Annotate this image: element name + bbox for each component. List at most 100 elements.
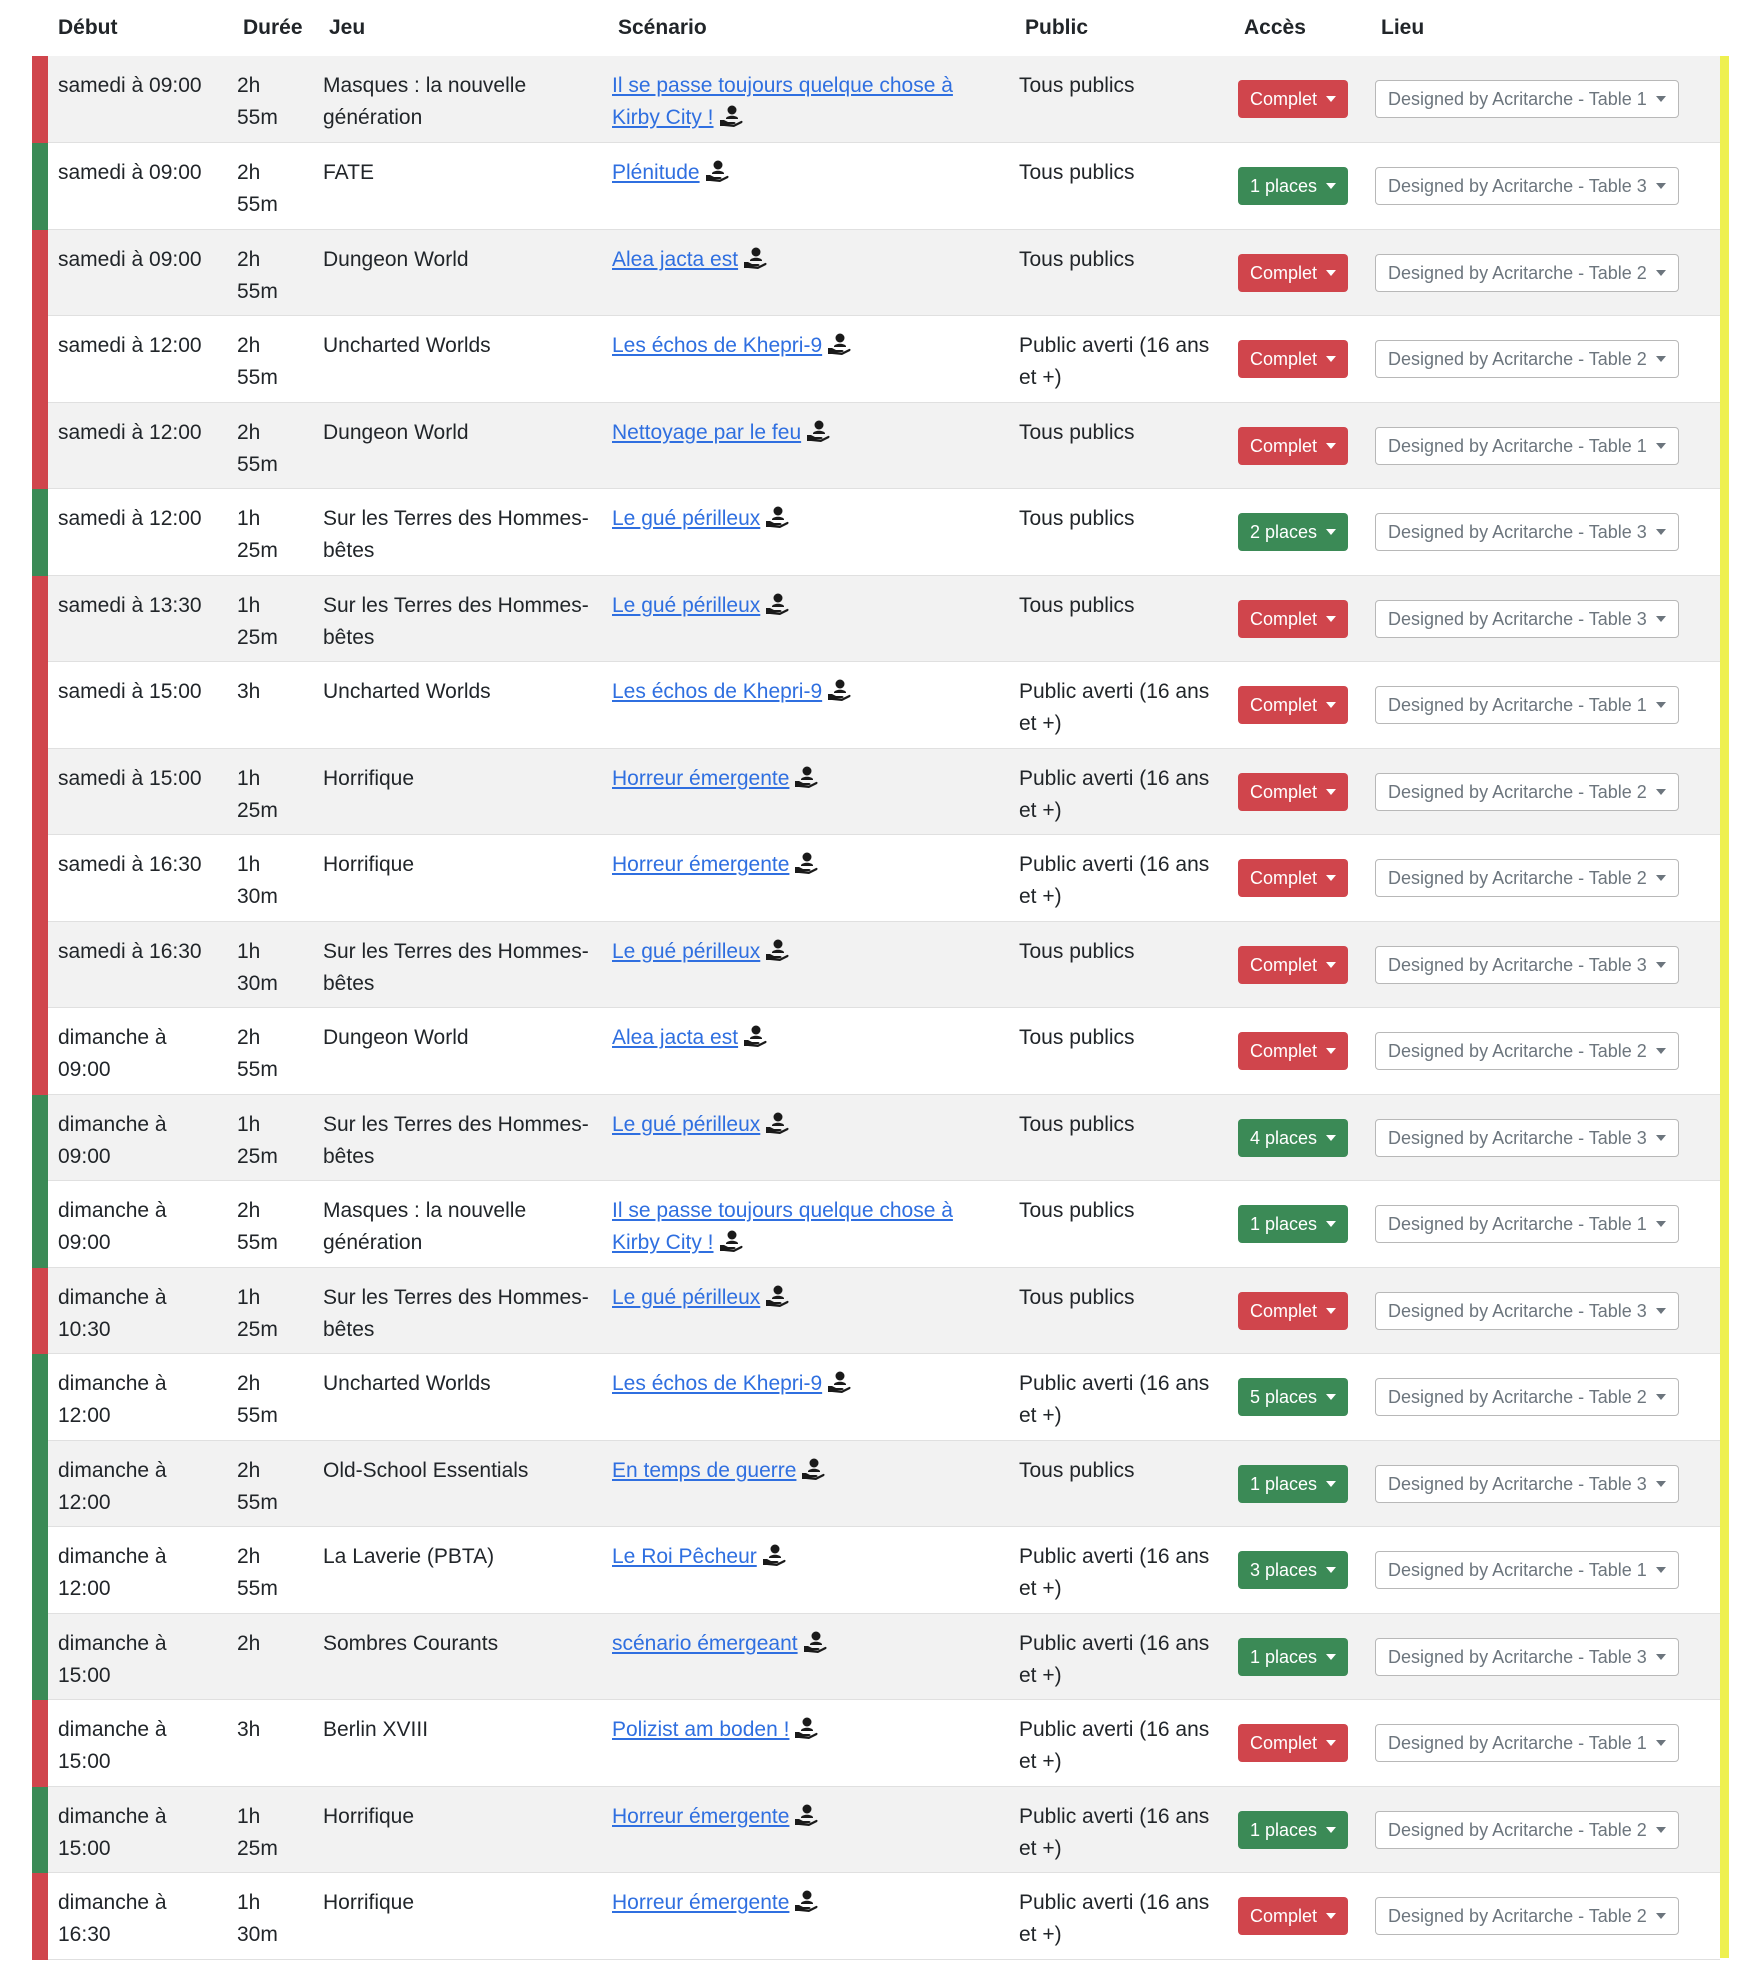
lieu-dropdown-button[interactable]: Designed by Acritarche - Table 3 [1375, 1291, 1679, 1330]
duree-text: 1h 25m [237, 766, 278, 822]
jeu-link[interactable]: Horrifique [323, 853, 414, 876]
acces-dropdown-button[interactable]: 3 places [1238, 1551, 1349, 1589]
scenario-link[interactable]: Le Roi Pêcheur [612, 1545, 757, 1568]
jeu-link[interactable]: Uncharted Worlds [323, 1372, 491, 1395]
lieu-dropdown-button[interactable]: Designed by Acritarche - Table 1 [1375, 80, 1679, 118]
acces-dropdown-button[interactable]: 1 places [1238, 1810, 1349, 1849]
header-duree[interactable]: Durée [225, 0, 311, 56]
scenario-link[interactable]: Polizist am boden ! [612, 1718, 789, 1741]
lieu-dropdown-button[interactable]: Designed by Acritarche - Table 3 [1375, 599, 1679, 638]
scenario-link[interactable]: Alea jacta est [612, 1026, 738, 1049]
lieu-dropdown-button[interactable]: Designed by Acritarche - Table 3 [1375, 1637, 1679, 1676]
debut-text: dimanche à 15:00 [58, 1718, 167, 1773]
chevron-down-icon [1326, 1480, 1337, 1487]
game-master-hand-icon [744, 1025, 767, 1047]
lieu-dropdown-button[interactable]: Designed by Acritarche - Table 2 [1375, 340, 1679, 378]
chevron-down-icon [1655, 1221, 1666, 1227]
scenario-link[interactable]: Les échos de Khepri-9 [612, 1372, 822, 1395]
scenario-link[interactable]: Il se passe toujours quelque chose à Kir… [612, 74, 953, 129]
lieu-dropdown-button[interactable]: Designed by Acritarche - Table 3 [1375, 513, 1679, 551]
cell-public: Tous publics [1007, 1440, 1226, 1527]
scenario-link[interactable]: Il se passe toujours quelque chose à Kir… [612, 1199, 953, 1254]
header-acces[interactable]: Accès [1226, 0, 1363, 56]
duree-text: 2h [237, 1631, 261, 1655]
acces-dropdown-button[interactable]: Complet [1238, 1032, 1349, 1070]
cell-lieu: Designed by Acritarche - Table 3 [1363, 1267, 1720, 1354]
jeu-link[interactable]: Horrifique [323, 1891, 414, 1914]
cell-duree: 2h 55m [225, 142, 311, 230]
cell-lieu: Designed by Acritarche - Table 1 [1363, 1180, 1720, 1268]
header-lieu[interactable]: Lieu [1363, 0, 1720, 56]
jeu-link[interactable]: Dungeon World [323, 248, 469, 271]
acces-dropdown-button[interactable]: 1 places [1238, 167, 1349, 205]
acces-dropdown-button[interactable]: 2 places [1238, 513, 1349, 551]
acces-dropdown-button[interactable]: Complet [1238, 1291, 1349, 1330]
acces-dropdown-button[interactable]: Complet [1238, 1897, 1349, 1935]
header-jeu[interactable]: Jeu [311, 0, 600, 56]
scenario-link[interactable]: Le gué périlleux [612, 507, 760, 530]
acces-dropdown-button[interactable]: Complet [1238, 253, 1349, 292]
acces-dropdown-button[interactable]: Complet [1238, 340, 1349, 378]
acces-dropdown-button[interactable]: Complet [1238, 772, 1349, 811]
scenario-link[interactable]: Plénitude [612, 161, 700, 184]
cell-lieu: Designed by Acritarche - Table 1 [1363, 1526, 1720, 1614]
scenario-link[interactable]: Le gué périlleux [612, 1286, 760, 1309]
acces-dropdown-button[interactable]: Complet [1238, 426, 1349, 465]
scenario-link[interactable]: Horreur émergente [612, 853, 789, 876]
acces-dropdown-button[interactable]: Complet [1238, 686, 1349, 724]
jeu-link[interactable]: Uncharted Worlds [323, 680, 491, 703]
lieu-dropdown-button[interactable]: Designed by Acritarche - Table 2 [1375, 1032, 1679, 1070]
header-debut[interactable]: Début [40, 0, 225, 56]
game-master-hand-icon [744, 247, 767, 269]
lieu-dropdown-button[interactable]: Designed by Acritarche - Table 3 [1375, 945, 1679, 984]
scenario-link[interactable]: En temps de guerre [612, 1459, 796, 1482]
scenario-link[interactable]: Nettoyage par le feu [612, 421, 801, 444]
lieu-dropdown-button[interactable]: Designed by Acritarche - Table 1 [1375, 686, 1679, 724]
jeu-link[interactable]: Dungeon World [323, 1026, 469, 1049]
lieu-dropdown-button[interactable]: Designed by Acritarche - Table 1 [1375, 426, 1679, 465]
jeu-link[interactable]: Dungeon World [323, 421, 469, 444]
lieu-dropdown-button[interactable]: Designed by Acritarche - Table 2 [1375, 1378, 1679, 1416]
jeu-link[interactable]: Horrifique [323, 1805, 414, 1828]
acces-dropdown-button[interactable]: 1 places [1238, 1637, 1349, 1676]
lieu-dropdown-button[interactable]: Designed by Acritarche - Table 3 [1375, 167, 1679, 205]
lieu-dropdown-button[interactable]: Designed by Acritarche - Table 1 [1375, 1205, 1679, 1243]
scenario-link[interactable]: Les échos de Khepri-9 [612, 680, 822, 703]
scenario-link[interactable]: Alea jacta est [612, 248, 738, 271]
lieu-dropdown-button[interactable]: Designed by Acritarche - Table 3 [1375, 1464, 1679, 1503]
lieu-dropdown-button[interactable]: Designed by Acritarche - Table 2 [1375, 772, 1679, 811]
header-public[interactable]: Public [1007, 0, 1226, 56]
header-scenario[interactable]: Scénario [600, 0, 1007, 56]
lieu-dropdown-button[interactable]: Designed by Acritarche - Table 2 [1375, 1810, 1679, 1849]
jeu-link[interactable]: Horrifique [323, 767, 414, 790]
jeu-link[interactable]: FATE [323, 161, 374, 184]
scenario-link[interactable]: Le gué périlleux [612, 1113, 760, 1136]
chevron-down-icon [1655, 1653, 1666, 1660]
acces-dropdown-button[interactable]: 1 places [1238, 1464, 1349, 1503]
lieu-dropdown-button[interactable]: Designed by Acritarche - Table 2 [1375, 859, 1679, 897]
scenario-link[interactable]: Horreur émergente [612, 1805, 789, 1828]
acces-dropdown-button[interactable]: Complet [1238, 945, 1349, 984]
lieu-dropdown-button[interactable]: Designed by Acritarche - Table 2 [1375, 1897, 1679, 1935]
jeu-link[interactable]: Uncharted Worlds [323, 334, 491, 357]
game-master-hand-icon [795, 1717, 818, 1739]
cell-debut: dimanche à 09:00 [32, 1007, 225, 1095]
scenario-link[interactable]: Le gué périlleux [612, 940, 760, 963]
lieu-dropdown-button[interactable]: Designed by Acritarche - Table 2 [1375, 253, 1679, 292]
scenario-link[interactable]: Horreur émergente [612, 1891, 789, 1914]
acces-dropdown-button[interactable]: 1 places [1238, 1205, 1349, 1243]
lieu-dropdown-button[interactable]: Designed by Acritarche - Table 1 [1375, 1551, 1679, 1589]
acces-dropdown-button[interactable]: Complet [1238, 1724, 1349, 1762]
acces-dropdown-button[interactable]: Complet [1238, 859, 1349, 897]
scenario-link[interactable]: Les échos de Khepri-9 [612, 334, 822, 357]
acces-dropdown-button[interactable]: 5 places [1238, 1378, 1349, 1416]
acces-dropdown-button[interactable]: Complet [1238, 80, 1349, 118]
lieu-dropdown-button[interactable]: Designed by Acritarche - Table 3 [1375, 1118, 1679, 1157]
scenario-link[interactable]: scénario émergeant [612, 1632, 798, 1655]
scenario-link[interactable]: Le gué périlleux [612, 594, 760, 617]
scenario-link[interactable]: Horreur émergente [612, 767, 789, 790]
jeu-link[interactable]: Berlin XVIII [323, 1718, 428, 1741]
acces-dropdown-button[interactable]: 4 places [1238, 1118, 1349, 1157]
acces-dropdown-button[interactable]: Complet [1238, 599, 1349, 638]
lieu-dropdown-button[interactable]: Designed by Acritarche - Table 1 [1375, 1724, 1679, 1762]
